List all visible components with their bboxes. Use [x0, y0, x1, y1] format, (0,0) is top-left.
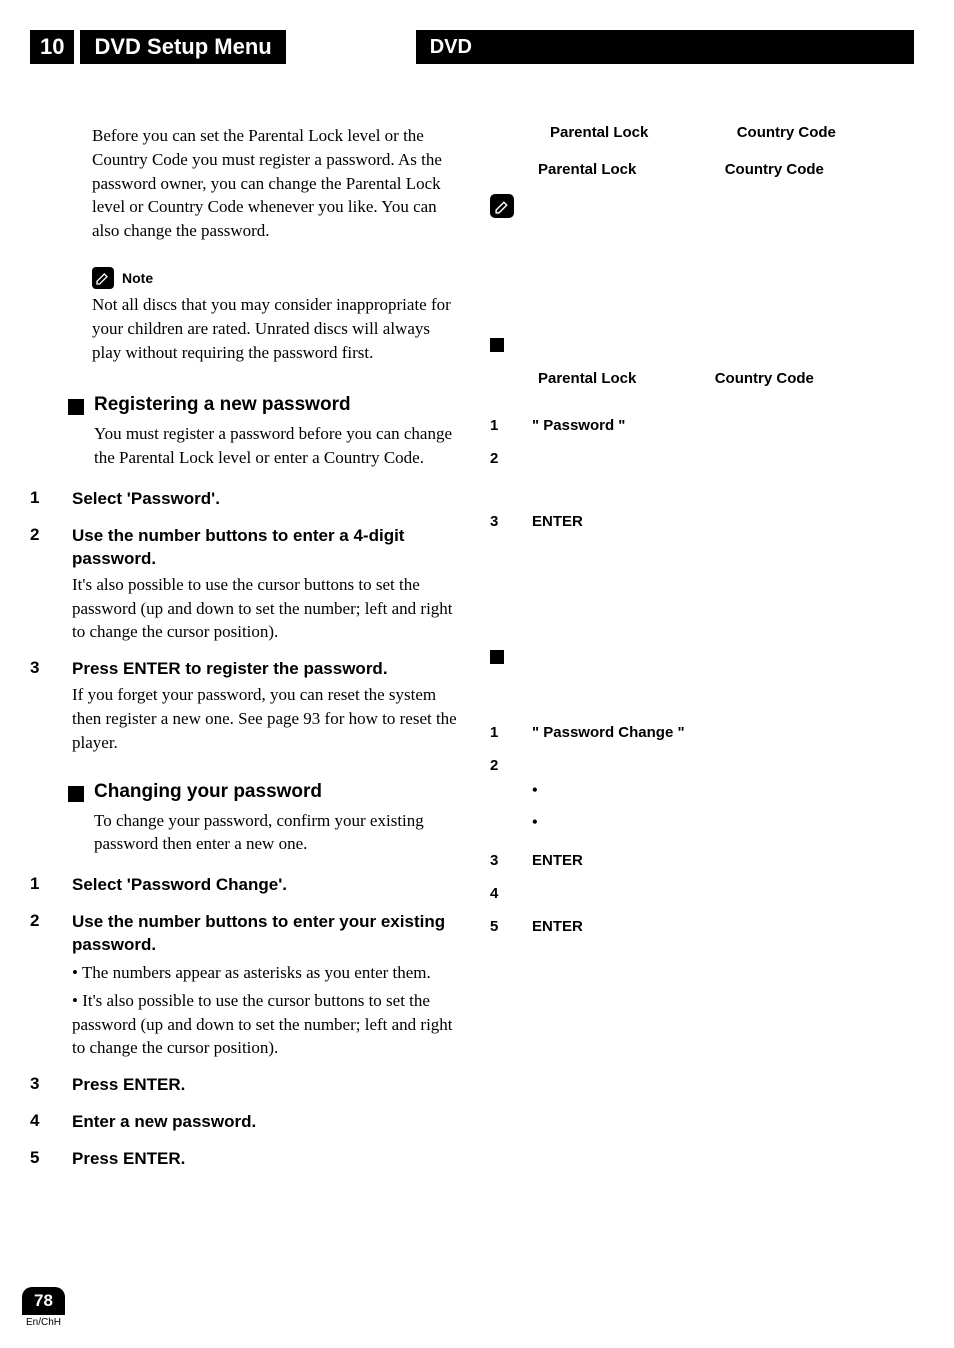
pencil-icon	[490, 194, 514, 218]
step-title: Press ENTER to register the password.	[72, 658, 460, 681]
square-bullet-icon	[68, 399, 84, 415]
label-line: Parental Lock Country Code	[550, 124, 890, 141]
step-title: Use the number buttons to enter your exi…	[72, 911, 460, 957]
label-line: Parental Lock Country Code	[538, 161, 890, 178]
step-title: Press ENTER.	[72, 1074, 460, 1097]
section-body: To change your password, confirm your ex…	[94, 809, 460, 857]
empty-bullet	[532, 782, 890, 800]
step-number: 3	[490, 852, 502, 869]
step-row: 3 Press ENTER.	[30, 1074, 460, 1097]
step-number: 2	[490, 757, 502, 774]
step-title: Enter a new password.	[72, 1111, 460, 1134]
footer-lang: En/ChH	[26, 1317, 65, 1328]
step-body: If you forget your password, you can res…	[72, 683, 460, 754]
right-step-row: 5 ENTER	[490, 918, 890, 935]
step-number: 1	[30, 488, 50, 508]
chapter-sub: DVD	[416, 30, 486, 64]
square-bullet-icon	[490, 338, 504, 352]
step-number: 3	[490, 513, 502, 530]
step-body: It's also possible to use the cursor but…	[72, 573, 460, 644]
step-number: 1	[30, 874, 50, 894]
right-step-row: 1 " Password Change "	[490, 724, 890, 741]
bullet-text: It's also possible to use the cursor but…	[72, 991, 453, 1058]
right-step-row: 2	[490, 757, 890, 774]
note-text: Not all discs that you may consider inap…	[92, 293, 460, 364]
section-heading: Changing your password	[94, 781, 322, 803]
step-row: 5 Press ENTER.	[30, 1148, 460, 1171]
step-title: Select 'Password'.	[72, 488, 460, 511]
right-step-row: 4	[490, 885, 890, 902]
step-number: 5	[490, 918, 502, 935]
step-row: 4 Enter a new password.	[30, 1111, 460, 1134]
step-number: 2	[30, 911, 50, 931]
country-code-label: Country Code	[725, 161, 824, 178]
step-number: 2	[490, 450, 502, 467]
password-change-label: " Password Change "	[532, 724, 685, 741]
step-row: 2 Use the number buttons to enter your e…	[30, 911, 460, 1060]
step-row: 2 Use the number buttons to enter a 4-di…	[30, 525, 460, 644]
step-title: Press ENTER.	[72, 1148, 460, 1171]
step-number: 2	[30, 525, 50, 545]
left-column: Before you can set the Parental Lock lev…	[30, 124, 460, 1185]
pencil-icon	[92, 267, 114, 289]
parental-lock-label: Parental Lock	[538, 161, 636, 178]
chapter-title: DVD Setup Menu	[80, 30, 285, 64]
password-label: " Password "	[532, 417, 625, 434]
page-footer: 78 En/ChH	[22, 1287, 65, 1328]
square-bullet-icon	[68, 786, 84, 802]
section-heading: Registering a new password	[94, 394, 351, 416]
right-step-row: 3 ENTER	[490, 513, 890, 530]
step-number: 4	[30, 1111, 50, 1131]
parental-lock-label: Parental Lock	[550, 124, 648, 141]
step-number: 3	[30, 658, 50, 678]
bullet-text: The numbers appear as asterisks as you e…	[82, 963, 431, 982]
note-label: Note	[122, 270, 153, 286]
enter-label: ENTER	[532, 918, 583, 935]
right-step-row: 3 ENTER	[490, 852, 890, 869]
square-bullet-icon	[490, 650, 504, 664]
right-step-row: 1 " Password "	[490, 417, 890, 434]
step-number: 5	[30, 1148, 50, 1168]
step-row: 1 Select 'Password'.	[30, 488, 460, 511]
chapter-number: 10	[30, 30, 74, 64]
step-number: 3	[30, 1074, 50, 1094]
enter-label: ENTER	[532, 852, 583, 869]
right-step-row: 2	[490, 450, 890, 467]
intro-text: Before you can set the Parental Lock lev…	[92, 124, 460, 243]
step-number: 4	[490, 885, 502, 902]
country-code-label: Country Code	[737, 124, 836, 141]
section-heading-row: Changing your password	[68, 781, 460, 803]
step-number: 1	[490, 417, 502, 434]
country-code-label: Country Code	[715, 370, 814, 387]
parental-lock-label: Parental Lock	[538, 370, 636, 387]
section-body: You must register a password before you …	[94, 422, 460, 470]
step-number: 1	[490, 724, 502, 741]
page-header: 10 DVD Setup Menu DVD	[30, 30, 914, 64]
empty-bullet	[532, 814, 890, 832]
label-line: Parental Lock Country Code	[538, 370, 890, 387]
note-block: Note Not all discs that you may consider…	[92, 267, 460, 364]
step-title: Select 'Password Change'.	[72, 874, 460, 897]
step-bullet: • The numbers appear as asterisks as you…	[72, 961, 460, 985]
step-title: Use the number buttons to enter a 4-digi…	[72, 525, 460, 571]
enter-label: ENTER	[532, 513, 583, 530]
step-bullet: • It's also possible to use the cursor b…	[72, 989, 460, 1060]
section-heading-row: Registering a new password	[68, 394, 460, 416]
step-row: 3 Press ENTER to register the password. …	[30, 658, 460, 754]
right-column: Parental Lock Country Code Parental Lock…	[490, 124, 890, 1185]
page-number: 78	[22, 1287, 65, 1315]
step-row: 1 Select 'Password Change'.	[30, 874, 460, 897]
